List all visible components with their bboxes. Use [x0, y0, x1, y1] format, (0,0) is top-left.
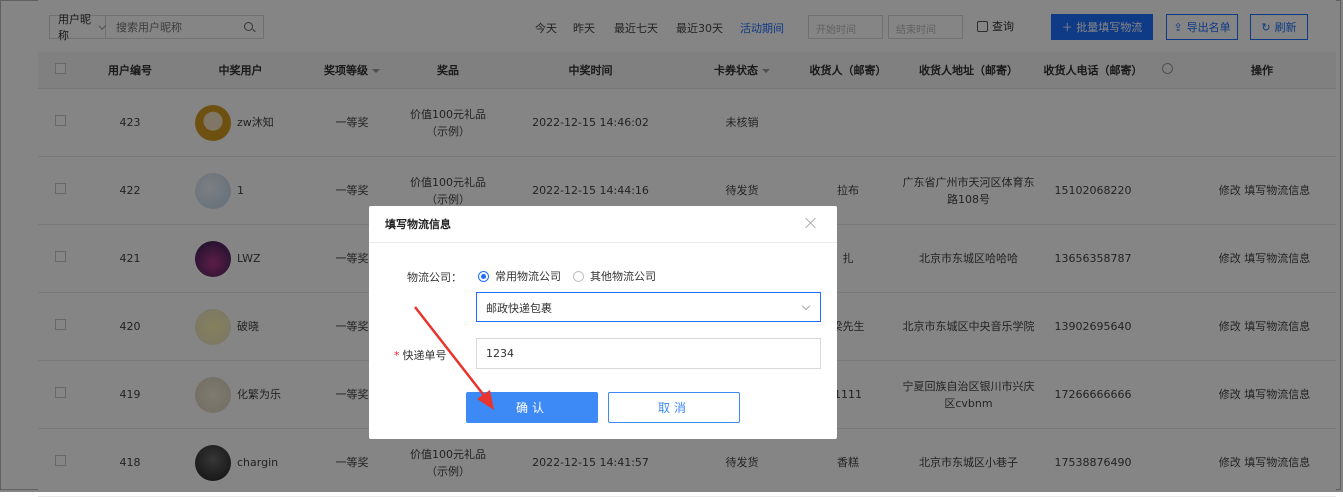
tracking-label-text: 快递单号	[402, 349, 447, 362]
tracking-number-input[interactable]: 1234	[476, 338, 821, 369]
company-select-value: 邮政快递包裹	[486, 302, 552, 315]
chevron-down-icon	[801, 301, 811, 311]
radio-common-label[interactable]: 常用物流公司	[495, 268, 561, 284]
company-label: 物流公司：	[407, 271, 462, 284]
radio-other-company[interactable]	[573, 270, 584, 282]
tracking-label: * 快递单号	[394, 347, 447, 363]
cancel-button[interactable]: 取消	[608, 392, 740, 423]
dialog-title: 填写物流信息	[369, 206, 837, 243]
company-radio-group: 常用物流公司 其他物流公司	[478, 268, 656, 284]
radio-common-company[interactable]	[478, 270, 489, 282]
company-select[interactable]: 邮政快递包裹	[476, 292, 821, 322]
close-icon[interactable]	[804, 216, 818, 230]
logistics-dialog: 填写物流信息 物流公司： 常用物流公司 其他物流公司 邮政快递包裹 * 快递单号 …	[369, 206, 837, 439]
confirm-button[interactable]: 确认	[466, 392, 598, 423]
required-mark: *	[394, 349, 400, 362]
radio-other-label[interactable]: 其他物流公司	[590, 268, 656, 284]
